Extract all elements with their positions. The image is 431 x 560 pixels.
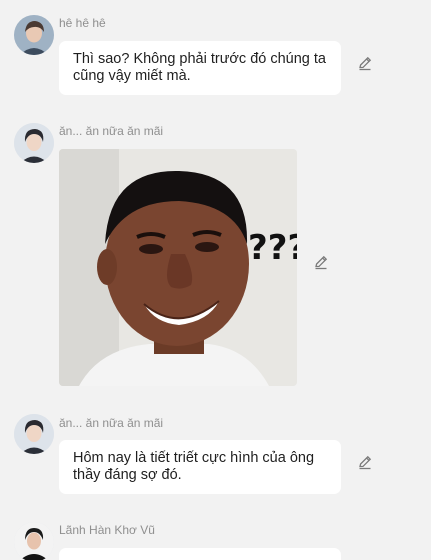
user-avatar-icon[interactable]	[14, 123, 54, 163]
pencil-icon[interactable]	[357, 454, 373, 470]
meme-overlay-text: ???	[248, 228, 297, 268]
user-avatar-icon[interactable]	[14, 15, 54, 55]
pencil-icon[interactable]	[357, 55, 373, 71]
sender-name: hê hê hê	[59, 16, 106, 30]
confused-man-meme-image[interactable]: ???	[59, 149, 297, 386]
sender-name: Lãnh Hàn Khơ Vũ	[59, 523, 155, 537]
message-bubble: Hôm nay là tiết triết cực hình của ông t…	[59, 440, 341, 494]
pencil-icon[interactable]	[313, 254, 329, 270]
sender-name: ăn... ăn nữa ăn mãi	[59, 124, 164, 138]
message-bubble: Thì sao? Không phải trước đó chúng ta cũ…	[59, 41, 341, 95]
chat-message-list[interactable]: hê hê hê Thì sao? Không phải trước đó ch…	[0, 0, 431, 560]
sender-name: ăn... ăn nữa ăn mãi	[59, 416, 164, 430]
user-avatar-icon[interactable]	[14, 522, 54, 560]
message-bubble	[59, 548, 341, 560]
user-avatar-icon[interactable]	[14, 414, 54, 454]
